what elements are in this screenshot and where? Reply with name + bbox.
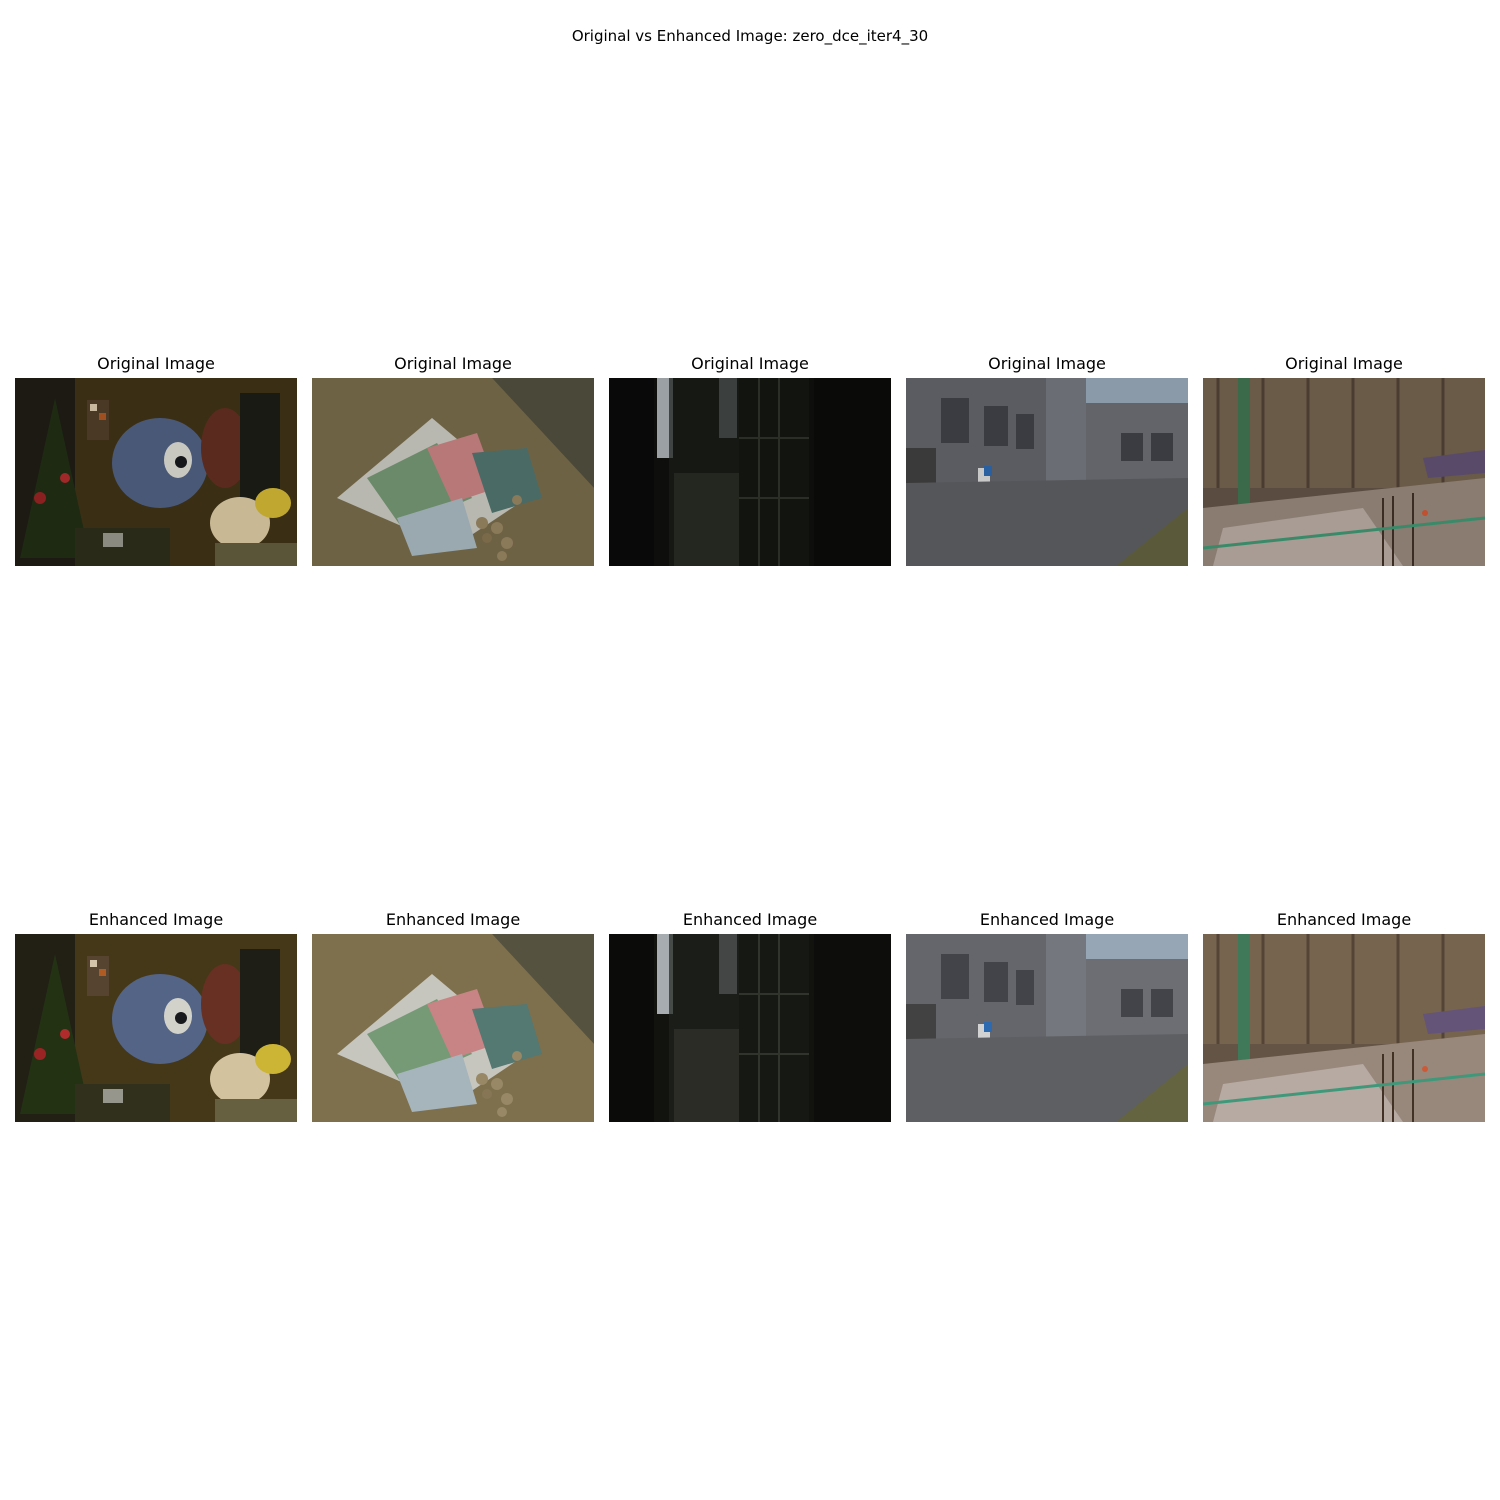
panel-title: Enhanced Image (385, 910, 521, 929)
panel-title: Enhanced Image (682, 910, 818, 929)
photo-construction-site (1203, 378, 1485, 566)
panel-title: Enhanced Image (1276, 910, 1412, 929)
panel-title: Original Image (1285, 354, 1403, 373)
panel-title: Original Image (97, 354, 215, 373)
photo-toys-room (15, 378, 297, 566)
figure-title: Original vs Enhanced Image: zero_dce_ite… (571, 27, 929, 45)
photo-building-courtyard (906, 934, 1188, 1122)
photo-dark-doorway (609, 934, 891, 1122)
panel-title: Enhanced Image (979, 910, 1115, 929)
photo-toys-room (15, 934, 297, 1122)
panel-title: Enhanced Image (88, 910, 224, 929)
photo-banknotes-coins (312, 934, 594, 1122)
panel-title: Original Image (691, 354, 809, 373)
photo-building-courtyard (906, 378, 1188, 566)
photo-banknotes-coins (312, 378, 594, 566)
photo-construction-site (1203, 934, 1485, 1122)
panel-title: Original Image (394, 354, 512, 373)
photo-dark-doorway (609, 378, 891, 566)
panel-title: Original Image (988, 354, 1106, 373)
